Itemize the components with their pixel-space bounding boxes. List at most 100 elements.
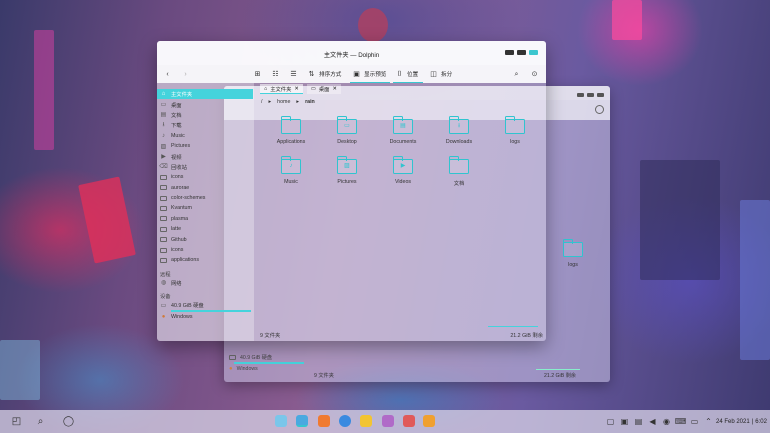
download-icon: ⭳	[162, 122, 165, 129]
taskbar-app-screenshot-icon[interactable]	[275, 415, 287, 427]
minimize-icon[interactable]	[505, 50, 514, 55]
close-tab-icon[interactable]: ✕	[294, 86, 298, 92]
menu-icon[interactable]	[595, 105, 604, 114]
taskbar-app-browser-icon[interactable]	[318, 415, 330, 427]
taskbar-app-file-manager-icon[interactable]	[296, 415, 308, 427]
details-view-button[interactable]: ☰	[289, 65, 298, 83]
tab-label: 主文件夹	[270, 86, 292, 93]
icons-view-button[interactable]: ⊞	[253, 65, 262, 83]
tray-battery-icon[interactable]: ▭	[688, 415, 701, 428]
breadcrumb-item[interactable]: home	[277, 99, 290, 105]
file-item[interactable]: ▤ Documents	[381, 116, 425, 145]
tab-bar: ⌂ 主文件夹 ✕ ▭ 桌面 ✕	[257, 83, 546, 95]
file-item[interactable]: ▶ Videos	[381, 156, 425, 185]
tray-keyboard-icon[interactable]: ⌨	[674, 415, 687, 428]
taskbar-app-store-icon[interactable]	[403, 415, 415, 427]
compact-view-icon: ☷	[272, 70, 279, 78]
search-icon[interactable]: ⌕	[34, 415, 47, 428]
tray-clipboard-icon[interactable]: ▣	[618, 415, 631, 428]
tray-network-icon[interactable]: ▤	[632, 415, 645, 428]
file-item[interactable]: logs	[558, 239, 588, 268]
sidebar-item[interactable]: applications	[157, 255, 254, 265]
breadcrumb-item[interactable]: rain	[305, 99, 315, 105]
hamburger-menu-button[interactable]: ⊙	[530, 65, 539, 83]
desktop-icon: ▭	[310, 86, 316, 92]
file-item[interactable]: ♪ Music	[269, 156, 313, 185]
location-button[interactable]: ⌷ 位置	[395, 65, 418, 83]
file-item[interactable]: logs	[493, 116, 537, 145]
file-item[interactable]: ⭳ Downloads	[437, 116, 481, 145]
app-launcher-icon[interactable]: ◰	[10, 415, 23, 428]
split-view-icon: ◫	[430, 70, 437, 78]
sidebar-item[interactable]: ⌫ 回收站	[157, 162, 254, 172]
taskbar-app-web-icon[interactable]	[339, 415, 351, 427]
breadcrumb-root[interactable]: /	[261, 99, 262, 105]
folder-videos-icon: ▶	[393, 156, 413, 174]
sidebar-item[interactable]: ⌂ 主文件夹	[157, 89, 253, 100]
preview-toggle[interactable]: ▣ 显示预览	[352, 65, 386, 83]
taskbar-app-chat-icon[interactable]	[360, 415, 372, 427]
taskbar-app-settings-icon[interactable]	[423, 415, 435, 427]
minimize-icon[interactable]	[577, 93, 584, 97]
free-space-bar	[488, 325, 538, 327]
back-arrow-icon: ‹	[166, 70, 169, 78]
sidebar-item[interactable]: ⭳ 下载	[157, 120, 254, 130]
close-icon[interactable]	[597, 93, 604, 97]
clock[interactable]: 24 Feb 2021 | 6:02	[716, 410, 767, 433]
sidebar-item[interactable]: ▤ 文档	[157, 110, 254, 120]
sort-label: 排序方式	[319, 72, 342, 78]
file-name: Videos	[394, 179, 412, 185]
sidebar-item[interactable]: Kvantum	[157, 203, 254, 213]
task-view-icon[interactable]: ◯	[62, 415, 75, 428]
sidebar-item[interactable]: ▨ Pictures	[157, 141, 254, 151]
forward-button[interactable]: ›	[181, 65, 190, 83]
preview-label: 显示预览	[364, 72, 387, 78]
sidebar-item-label: latte	[171, 226, 182, 233]
taskbar-app-music-icon[interactable]	[382, 415, 394, 427]
sidebar-item[interactable]: ▶ 视频	[157, 151, 254, 161]
maximize-icon[interactable]	[517, 50, 526, 55]
sidebar-item[interactable]: color-schemes	[157, 193, 254, 203]
sidebar-item[interactable]: latte	[157, 224, 254, 234]
file-item[interactable]: ▭ Desktop	[325, 116, 369, 145]
sidebar-item[interactable]: ♪ Music	[157, 131, 254, 141]
sidebar-item-windows[interactable]: ● Windows	[157, 312, 254, 322]
split-button[interactable]: ◫ 拆分	[429, 65, 452, 83]
file-item[interactable]: ▨ Pictures	[325, 156, 369, 185]
remote-section-label: 远程	[160, 271, 171, 278]
sidebar-item[interactable]: icons	[157, 245, 254, 255]
file-item[interactable]: 文档	[437, 156, 481, 187]
folder-documents-icon: ▤	[393, 116, 413, 134]
tray-notification-icon[interactable]: ▢	[604, 415, 617, 428]
sidebar-item-label: aurorae	[171, 184, 190, 191]
maximize-icon[interactable]	[587, 93, 594, 97]
titlebar[interactable]: 主文件夹 — Dolphin	[157, 41, 546, 65]
device-item[interactable]: 40.9 GiB 硬盘	[224, 352, 308, 362]
close-tab-icon[interactable]: ✕	[332, 86, 336, 92]
sidebar-item[interactable]: plasma	[157, 214, 254, 224]
sidebar-item-drive[interactable]: ▭ 40.9 GiB 硬盘	[157, 300, 254, 310]
status-count: 9 文件夹	[260, 333, 281, 339]
tray-expand-icon[interactable]: ⌃	[702, 415, 715, 428]
folder-icon	[160, 215, 167, 222]
compact-view-button[interactable]: ☷	[271, 65, 280, 83]
file-item[interactable]: Applications	[269, 116, 313, 145]
device-item[interactable]: ● Windows	[224, 364, 308, 374]
file-manager-window[interactable]: 主文件夹 — Dolphin ‹ › ⊞ ☷ ☰ ⇅ 排序方式 ▣ 显示预览 ⌷ 位置…	[157, 41, 546, 341]
sidebar-item[interactable]: ▭ 桌面	[157, 99, 254, 109]
building-light	[640, 160, 720, 280]
tab-home[interactable]: ⌂ 主文件夹 ✕	[260, 84, 303, 94]
file-name: logs	[568, 262, 578, 268]
sidebar-item[interactable]: icons	[157, 172, 254, 182]
sidebar-item[interactable]: Github	[157, 234, 254, 244]
tray-volume-icon[interactable]: ◀	[646, 415, 659, 428]
sidebar-item-network[interactable]: ◍ 网络	[157, 278, 254, 288]
search-button[interactable]: ⌕	[512, 65, 521, 83]
close-icon[interactable]	[529, 50, 538, 55]
tray-bluetooth-icon[interactable]: ◉	[660, 415, 673, 428]
devices-section-label: 设备	[160, 294, 171, 301]
tab-desktop[interactable]: ▭ 桌面 ✕	[306, 84, 341, 94]
sort-button[interactable]: ⇅ 排序方式	[307, 65, 342, 83]
sidebar-item[interactable]: aurorae	[157, 183, 254, 193]
back-button[interactable]: ‹	[163, 65, 172, 83]
